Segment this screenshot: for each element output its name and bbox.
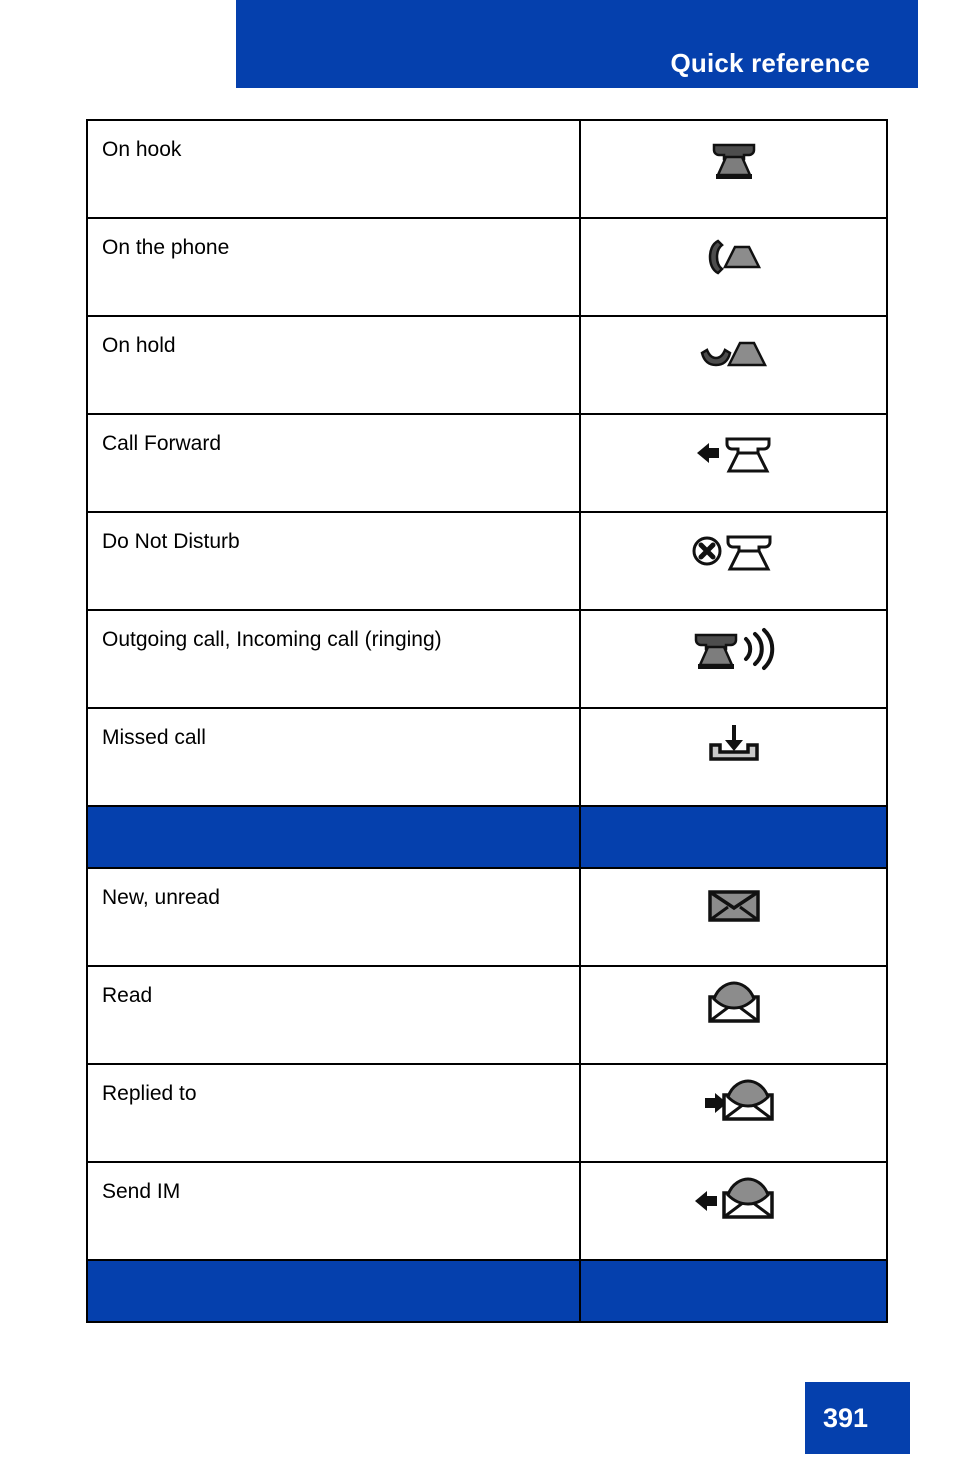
- page-title: Quick reference: [670, 48, 870, 78]
- row-icon-cell: [579, 1063, 888, 1163]
- do-not-disturb-icon: [690, 527, 778, 575]
- envelope-open-icon: [705, 981, 763, 1027]
- row-label: Read: [86, 965, 581, 1065]
- separator-right-cell: [579, 1259, 888, 1323]
- envelope-closed-icon: [705, 883, 763, 927]
- phone-off-hook-icon: [701, 233, 767, 281]
- header-banner: Quick reference: [236, 0, 918, 88]
- row-icon-cell: [579, 315, 888, 415]
- row-label: Missed call: [86, 707, 581, 807]
- row-icon-cell: [579, 119, 888, 219]
- section-separator-row: [86, 805, 888, 869]
- row-icon-cell: [579, 511, 888, 611]
- phone-on-hold-icon: [696, 331, 772, 379]
- table-row: Missed call: [86, 707, 888, 807]
- phone-ringing-icon: [688, 625, 780, 673]
- call-forward-icon: [691, 429, 777, 477]
- table-row: On hook: [86, 119, 888, 219]
- row-label: On hook: [86, 119, 581, 219]
- table-row: On hold: [86, 315, 888, 415]
- row-icon-cell: [579, 1161, 888, 1261]
- envelope-send-icon: [691, 1177, 777, 1223]
- envelope-reply-icon: [691, 1079, 777, 1125]
- row-icon-cell: [579, 217, 888, 317]
- table-row: Do Not Disturb: [86, 511, 888, 611]
- missed-call-inbox-icon: [703, 723, 765, 769]
- row-label: On the phone: [86, 217, 581, 317]
- quick-reference-table: On hook On the phone On hold Call Forwar…: [86, 119, 888, 1323]
- row-label: Outgoing call, Incoming call (ringing): [86, 609, 581, 709]
- row-label: Send IM: [86, 1161, 581, 1261]
- row-icon-cell: [579, 867, 888, 967]
- row-label: New, unread: [86, 867, 581, 967]
- row-label: On hold: [86, 315, 581, 415]
- row-icon-cell: [579, 707, 888, 807]
- phone-on-hook-icon: [704, 135, 764, 183]
- table-row: Send IM: [86, 1161, 888, 1261]
- table-body: On hook On the phone On hold Call Forwar…: [86, 119, 888, 1323]
- row-label: Call Forward: [86, 413, 581, 513]
- row-icon-cell: [579, 413, 888, 513]
- separator-right-cell: [579, 805, 888, 869]
- table-row: Read: [86, 965, 888, 1065]
- table-row: Call Forward: [86, 413, 888, 513]
- row-label: Do Not Disturb: [86, 511, 581, 611]
- table-row: Outgoing call, Incoming call (ringing): [86, 609, 888, 709]
- row-icon-cell: [579, 609, 888, 709]
- table-row: Replied to: [86, 1063, 888, 1163]
- table-row: New, unread: [86, 867, 888, 967]
- row-label: Replied to: [86, 1063, 581, 1163]
- separator-left-cell: [86, 1259, 581, 1323]
- row-icon-cell: [579, 965, 888, 1065]
- section-separator-row: [86, 1259, 888, 1323]
- page-number: 391: [805, 1382, 910, 1454]
- separator-left-cell: [86, 805, 581, 869]
- table-row: On the phone: [86, 217, 888, 317]
